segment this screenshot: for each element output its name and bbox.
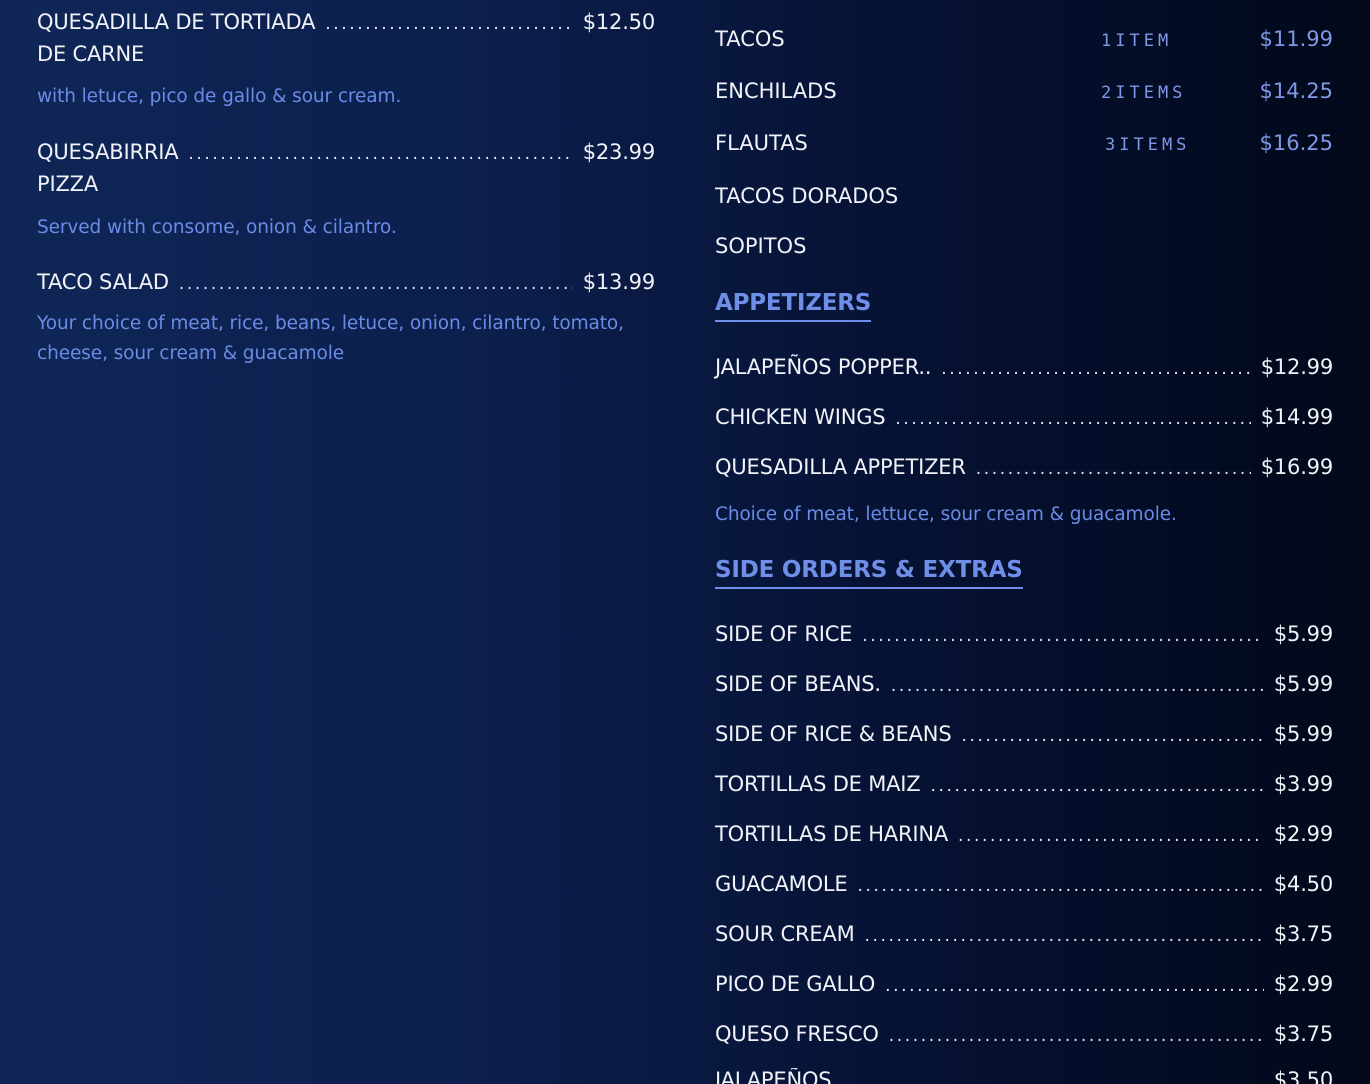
combo-item-count: 3ITEMS: [1105, 135, 1191, 155]
dot-leader: [325, 14, 572, 34]
item-description: Served with consome, onion & cilantro.: [37, 217, 397, 238]
combo-name: TACOS: [715, 27, 785, 51]
item-name-continued: PIZZA: [37, 172, 98, 196]
item-name: SIDE OF RICE & BEANS: [715, 722, 952, 746]
dot-leader: [188, 144, 572, 164]
item-name: SIDE OF BEANS.: [715, 672, 881, 696]
section-heading: APPETIZERS: [715, 290, 871, 322]
side-item: QUESO FRESCO $3.75: [715, 1022, 1333, 1046]
menu-item-quesabirria-pizza: QUESABIRRIA $23.99 PIZZA Served with con…: [37, 140, 655, 243]
item-price: $4.50: [1273, 872, 1333, 896]
dot-leader: [941, 359, 1250, 379]
appetizers-section: APPETIZERS: [715, 290, 1333, 322]
item-price: $13.99: [582, 270, 655, 294]
dot-leader: [865, 926, 1264, 946]
item-name: QUESADILLA DE TORTIADA: [37, 10, 316, 34]
item-price: $16.99: [1260, 455, 1333, 479]
item-price: $2.99: [1273, 972, 1333, 996]
item-price: $3.99: [1273, 772, 1333, 796]
dot-leader: [885, 976, 1264, 996]
item-price: $5.99: [1273, 672, 1333, 696]
section-heading: SIDE ORDERS & EXTRAS: [715, 557, 1023, 589]
item-price: $14.99: [1260, 405, 1333, 429]
item-name: PICO DE GALLO: [715, 972, 876, 996]
sides-section: SIDE ORDERS & EXTRAS: [715, 557, 1333, 589]
combo-item-count: 2ITEMS: [1101, 83, 1187, 103]
side-item: SOUR CREAM $3.75: [715, 922, 1333, 946]
item-name: TORTILLAS DE HARINA: [715, 822, 949, 846]
combo-item-count: 1ITEM: [1101, 31, 1173, 51]
item-price: $12.99: [1260, 355, 1333, 379]
item-name: JALAPEÑOS POPPER..: [715, 355, 932, 379]
side-item: TORTILLAS DE MAIZ $3.99: [715, 772, 1333, 796]
dot-leader: [895, 409, 1250, 429]
combo-name: TACOS DORADOS: [715, 184, 899, 208]
item-description: Your choice of meat, rice, beans, letuce…: [37, 313, 624, 364]
side-item: PICO DE GALLO $2.99: [715, 972, 1333, 996]
combo-name: ENCHILADS: [715, 79, 837, 103]
dot-leader: [841, 1072, 1263, 1084]
item-description: Choice of meat, lettuce, sour cream & gu…: [715, 504, 1177, 525]
side-item: JALAPEÑOS $3.50: [715, 1068, 1333, 1084]
dot-leader: [889, 1026, 1264, 1046]
item-name-continued: DE CARNE: [37, 42, 145, 66]
item-price: $23.99: [582, 140, 655, 164]
item-name: SOUR CREAM: [715, 922, 855, 946]
appetizer-item: JALAPEÑOS POPPER.. $12.99: [715, 355, 1333, 379]
item-name: QUESADILLA APPETIZER: [715, 455, 966, 479]
item-price: $3.75: [1273, 922, 1333, 946]
item-description: with letuce, pico de gallo & sour cream.: [37, 86, 402, 107]
dot-leader: [862, 626, 1264, 646]
combo-name: FLAUTAS: [715, 131, 808, 155]
appetizer-item: QUESADILLA APPETIZER $16.99: [715, 455, 1333, 479]
dot-leader: [179, 274, 573, 294]
item-price: $12.50: [582, 10, 655, 34]
item-price: $5.99: [1273, 622, 1333, 646]
menu-item-quesadilla-tortiada: QUESADILLA DE TORTIADA $12.50 DE CARNE w…: [37, 10, 655, 112]
dot-leader: [958, 826, 1264, 846]
item-name: CHICKEN WINGS: [715, 405, 886, 429]
appetizer-item: CHICKEN WINGS $14.99: [715, 405, 1333, 429]
item-name: TORTILLAS DE MAIZ: [715, 772, 921, 796]
combo-price: $16.25: [1259, 131, 1333, 155]
item-price: $2.99: [1273, 822, 1333, 846]
dot-leader: [891, 676, 1264, 696]
item-price: $3.50: [1273, 1068, 1333, 1084]
dot-leader: [976, 459, 1251, 479]
combo-name: SOPITOS: [715, 234, 807, 258]
side-item: SIDE OF BEANS. $5.99: [715, 672, 1333, 696]
side-item: SIDE OF RICE & BEANS $5.99: [715, 722, 1333, 746]
combo-price: $14.25: [1259, 79, 1333, 103]
dot-leader: [858, 876, 1264, 896]
item-name: JALAPEÑOS: [715, 1068, 832, 1084]
item-name: QUESABIRRIA: [37, 140, 179, 164]
item-name: SIDE OF RICE: [715, 622, 853, 646]
item-name: GUACAMOLE: [715, 872, 848, 896]
menu-item-taco-salad: TACO SALAD $13.99 Your choice of meat, r…: [37, 270, 655, 369]
item-name: QUESO FRESCO: [715, 1022, 879, 1046]
dot-leader: [961, 726, 1263, 746]
side-item: TORTILLAS DE HARINA $2.99: [715, 822, 1333, 846]
item-name: TACO SALAD: [37, 270, 169, 294]
item-price: $5.99: [1273, 722, 1333, 746]
dot-leader: [930, 776, 1263, 796]
combo-price: $11.99: [1259, 27, 1333, 51]
side-item: SIDE OF RICE $5.99: [715, 622, 1333, 646]
side-item: GUACAMOLE $4.50: [715, 872, 1333, 896]
item-price: $3.75: [1273, 1022, 1333, 1046]
